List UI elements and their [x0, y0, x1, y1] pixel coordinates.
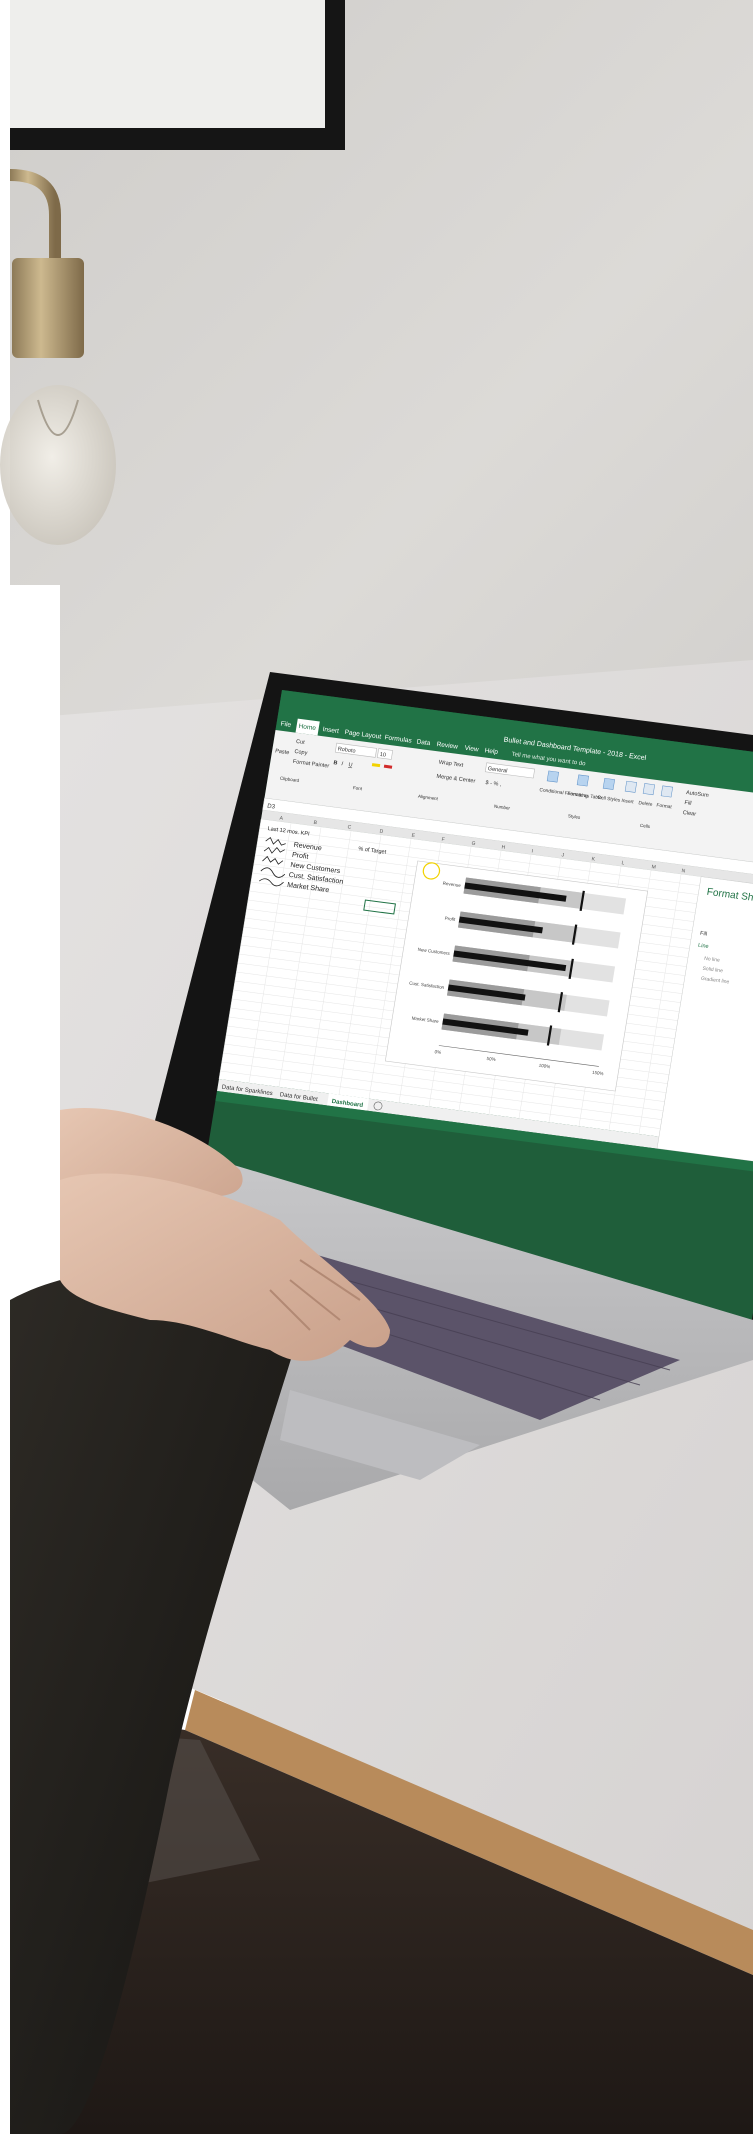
tab-file[interactable]: File	[280, 721, 292, 729]
conditional-formatting-icon[interactable]	[546, 770, 560, 783]
font-size-value: 10	[379, 752, 386, 759]
cut-button[interactable]: Cut	[296, 739, 306, 746]
fill-section[interactable]: Fill	[700, 931, 708, 938]
delete-cells-icon[interactable]	[642, 783, 656, 796]
format-cells-icon[interactable]	[660, 785, 674, 798]
fill-button[interactable]: Fill	[684, 800, 692, 807]
insert-cells-icon[interactable]	[624, 780, 638, 793]
photo-scene: Bullet and Dashboard Template - 2018 - E…	[0, 0, 753, 2134]
chart-tick-label: 0%	[434, 1049, 441, 1055]
picture-frame-inner	[10, 0, 325, 128]
lamp-bulb	[0, 385, 116, 545]
bullet-chart[interactable]: RevenueProfitNew CustomersCust. Satisfac…	[384, 860, 649, 1092]
format-as-table-icon[interactable]	[576, 774, 590, 787]
lamp-socket	[12, 258, 84, 358]
cell-styles-icon[interactable]	[602, 777, 616, 790]
